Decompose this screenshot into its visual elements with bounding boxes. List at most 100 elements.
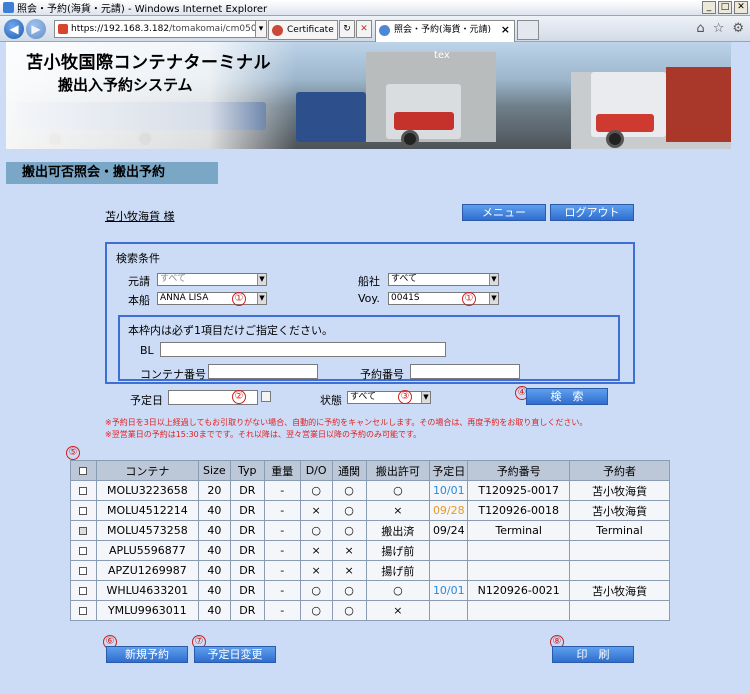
cell-yoyakusha: Terminal: [569, 520, 670, 541]
address-dropdown-icon[interactable]: ▾: [255, 20, 267, 38]
new-tab-button[interactable]: [517, 20, 539, 40]
row-checkbox-cell[interactable]: [70, 600, 97, 621]
row-checkbox[interactable]: [79, 527, 88, 535]
home-icon[interactable]: ⌂: [696, 21, 704, 36]
warning-line-1: ※予約日を3日以上経過してもお引取りがない場合、自動的に予約をキャンセルします。…: [105, 418, 588, 427]
menu-button[interactable]: メニュー: [462, 204, 546, 221]
container-number-input[interactable]: [208, 364, 318, 379]
back-arrow-icon[interactable]: ◀: [4, 19, 24, 39]
col-header-yoyaku-no: 予約番号: [467, 460, 571, 481]
cell-size: 40: [197, 520, 231, 541]
banner-container-stack: [666, 67, 731, 142]
stop-icon[interactable]: ✕: [356, 20, 372, 38]
cell-tsukan: ×: [331, 560, 367, 581]
cell-container: WHLU4633201: [95, 580, 199, 601]
funasha-label: 船社: [358, 275, 380, 288]
col-header-type: Typ: [229, 460, 265, 481]
yoyaku-number-input[interactable]: [410, 364, 520, 379]
tab-certificate-error[interactable]: Certificate e...: [268, 20, 338, 40]
cell-weight: -: [263, 520, 301, 541]
select-all-cell[interactable]: [70, 460, 97, 481]
row-checkbox-cell[interactable]: [70, 480, 97, 501]
row-checkbox[interactable]: [79, 507, 88, 515]
funasha-select[interactable]: すべて ▼: [388, 273, 499, 286]
print-button[interactable]: 印 刷: [552, 646, 634, 663]
row-checkbox-cell[interactable]: [70, 540, 97, 561]
row-checkbox-cell[interactable]: [70, 580, 97, 601]
cell-do: ○: [299, 580, 333, 601]
cell-type: DR: [229, 560, 265, 581]
cell-do: ○: [299, 600, 333, 621]
forward-arrow-icon[interactable]: ▶: [26, 19, 46, 39]
cell-yoyaku-no: T120926-0018: [467, 500, 571, 521]
marker-1-voy: ①: [462, 292, 476, 306]
settings-gear-icon[interactable]: ⚙: [732, 21, 744, 36]
new-booking-button[interactable]: 新規予約: [106, 646, 188, 663]
row-checkbox[interactable]: [79, 607, 88, 615]
logout-button[interactable]: ログアウト: [550, 204, 634, 221]
search-button[interactable]: 検 索: [526, 388, 608, 405]
honsen-label: 本船: [128, 294, 150, 307]
cell-yoteibi: 09/24: [429, 520, 469, 541]
cell-container: APZU1269987: [95, 560, 199, 581]
row-checkbox-cell[interactable]: [70, 520, 97, 541]
select-all-checkbox[interactable]: [79, 467, 88, 475]
cell-yoyakusha: 苫小牧海貨: [569, 480, 670, 501]
inner-note: 本枠内は必ず1項目だけご指定ください。: [128, 324, 333, 337]
change-date-button[interactable]: 予定日変更: [194, 646, 276, 663]
tab-current-page[interactable]: 照会・予約(海貨・元請) ×: [375, 20, 515, 42]
chevron-down-icon: ▼: [421, 392, 430, 403]
certificate-error-icon: [58, 24, 68, 34]
cell-yoyakusha: 苫小牧海貨: [569, 500, 670, 521]
window-controls: _ □ ✕: [702, 1, 748, 14]
yoteibi-label: 予定日: [130, 394, 163, 407]
col-header-tsukan: 通関: [331, 460, 367, 481]
col-header-weight: 重量: [263, 460, 301, 481]
jotai-select[interactable]: すべて ▼: [347, 391, 431, 404]
motouke-select[interactable]: すべて ▼: [157, 273, 267, 286]
banner-blue-truck: [296, 92, 366, 142]
cell-size: 40: [197, 600, 231, 621]
chevron-down-icon: ▼: [489, 293, 498, 304]
row-checkbox[interactable]: [79, 487, 88, 495]
cell-tsukan: ○: [331, 500, 367, 521]
row-checkbox[interactable]: [79, 567, 88, 575]
address-bar[interactable]: https://192.168.3.182/tomakomai/cm0501.a…: [54, 20, 266, 38]
maximize-button[interactable]: □: [718, 1, 732, 14]
cell-kyoka: ○: [365, 580, 431, 601]
banner-title: 苫小牧国際コンテナターミナル: [26, 53, 271, 73]
cell-size: 40: [197, 560, 231, 581]
cell-container: MOLU3223658: [95, 480, 199, 501]
table-header-row: コンテナ Size Typ 重量 D/O 通関 搬出許可 予定日 予約番号 予約…: [70, 460, 670, 481]
address-path: /tomakomai/cm0501.action: [169, 24, 266, 34]
bl-input[interactable]: [160, 342, 446, 357]
row-checkbox[interactable]: [79, 587, 88, 595]
row-checkbox-cell[interactable]: [70, 500, 97, 521]
cell-yoyakusha: [569, 540, 670, 561]
banner-subtitle: 搬出入予約システム: [58, 76, 193, 94]
funasha-value: すべて: [391, 274, 418, 284]
calendar-icon[interactable]: [261, 391, 271, 402]
col-header-container: コンテナ: [95, 460, 199, 481]
refresh-icon[interactable]: ↻: [339, 20, 355, 38]
yoyaku-number-label: 予約番号: [360, 368, 404, 381]
banner-truck-grille: [394, 112, 454, 130]
ie-logo-icon: [3, 2, 14, 13]
voy-label: Voy.: [358, 292, 380, 305]
close-window-button[interactable]: ✕: [734, 1, 748, 14]
cell-weight: -: [263, 540, 301, 561]
banner-wheel: [606, 130, 624, 148]
minimize-button[interactable]: _: [702, 1, 716, 14]
bl-label: BL: [140, 344, 154, 357]
marker-2: ②: [232, 390, 246, 404]
search-legend: 検索条件: [116, 252, 160, 265]
row-checkbox-cell[interactable]: [70, 560, 97, 581]
favorites-star-icon[interactable]: ☆: [713, 21, 725, 36]
voy-select[interactable]: 0041S ▼: [388, 292, 499, 305]
tab-close-icon[interactable]: ×: [501, 21, 510, 39]
cell-kyoka: 揚げ前: [365, 540, 431, 561]
row-checkbox[interactable]: [79, 547, 88, 555]
honsen-select[interactable]: ANNA LISA ▼: [157, 292, 267, 305]
cell-size: 40: [197, 540, 231, 561]
cell-size: 20: [197, 480, 231, 501]
